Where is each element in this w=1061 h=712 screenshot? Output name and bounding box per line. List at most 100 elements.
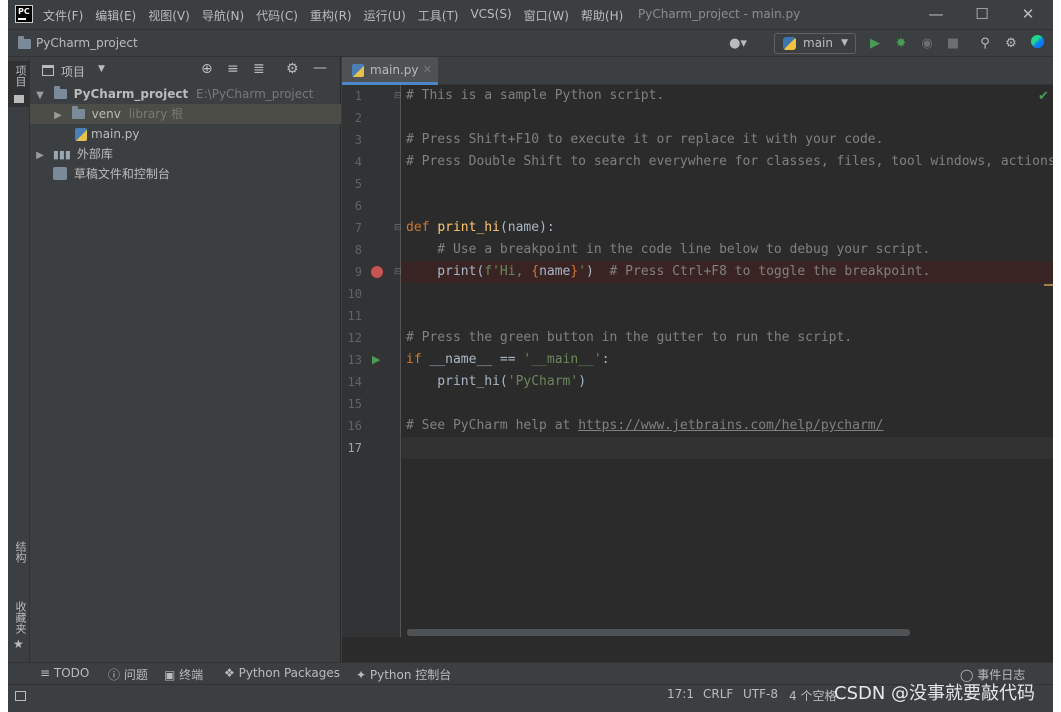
chevron-down-icon[interactable]: ▼ <box>98 64 105 74</box>
run-config-selector[interactable]: main ▼ <box>774 33 856 54</box>
horizontal-scrollbar[interactable] <box>407 629 910 636</box>
fold-icon[interactable]: ⊟ <box>394 267 402 277</box>
tree-item-project-root[interactable]: ▼ PyCharm_project E:\PyCharm_project <box>30 84 341 104</box>
tree-item-label: 草稿文件和控制台 <box>73 167 170 181</box>
hide-icon[interactable]: — <box>313 60 327 76</box>
tool-label: Python Packages <box>238 666 340 680</box>
fold-icon[interactable]: ⊟ <box>394 91 402 101</box>
line-number: 7 <box>354 221 362 235</box>
project-tab[interactable]: 项目 <box>8 61 30 107</box>
tool-python-console[interactable]: ✦ Python 控制台 <box>356 666 451 683</box>
gear-icon[interactable]: ⚙ <box>286 61 299 77</box>
breakpoint-icon[interactable] <box>371 266 383 278</box>
code-text: : <box>601 352 610 367</box>
gear-icon[interactable]: ⚙ <box>1002 35 1020 53</box>
tool-terminal[interactable]: ▣ 终端 <box>164 666 203 683</box>
status-caret-position[interactable]: 17:1 <box>667 687 694 701</box>
tab-label: main.py <box>370 63 419 77</box>
line-number: 16 <box>347 419 362 433</box>
toggle-panels-icon[interactable] <box>15 691 26 701</box>
code-comment: # Press Ctrl+F8 to toggle the breakpoint… <box>609 264 931 279</box>
menu-edit[interactable]: 编辑(E) <box>95 7 136 24</box>
window-icon <box>42 65 54 76</box>
window-title: PyCharm_project - main.py <box>638 7 801 21</box>
debug-icon[interactable]: ✸ <box>892 35 910 53</box>
python-icon <box>783 37 796 50</box>
line-number: 8 <box>354 243 362 257</box>
code-brace: { <box>531 264 540 279</box>
user-icon[interactable]: ●▾ <box>729 35 747 53</box>
menu-file[interactable]: 文件(F) <box>43 7 83 24</box>
menu-help[interactable]: 帮助(H) <box>581 7 623 24</box>
coverage-icon[interactable]: ◉ <box>918 35 936 53</box>
code-text: name <box>539 264 571 279</box>
menu-navigate[interactable]: 导航(N) <box>202 7 244 24</box>
menu-window[interactable]: 窗口(W) <box>524 7 569 24</box>
code-line-3: # Press Shift+F10 to execute it or repla… <box>406 132 884 147</box>
maximize-button[interactable]: ☐ <box>959 0 1005 29</box>
collapse-all-icon[interactable]: ≣ <box>253 61 265 77</box>
ide-window: PC 文件(F) 编辑(E) 视图(V) 导航(N) 代码(C) 重构(R) 运… <box>8 0 1053 712</box>
menu-run[interactable]: 运行(U) <box>364 7 406 24</box>
scratch-icon <box>53 167 67 180</box>
line-number: 1 <box>354 89 362 103</box>
tree-item-main-py[interactable]: main.py <box>30 124 341 144</box>
tree-item-path: E:\PyCharm_project <box>196 87 314 101</box>
code-text: ) <box>586 264 610 279</box>
tool-label: 问题 <box>123 668 148 682</box>
menu-code[interactable]: 代码(C) <box>256 7 298 24</box>
tool-todo[interactable]: ≡ TODO <box>40 666 89 680</box>
tool-python-packages[interactable]: ❖ Python Packages <box>224 666 340 680</box>
code-text: print( <box>406 264 485 279</box>
status-line-separator[interactable]: CRLF <box>703 687 733 701</box>
error-stripe-mark[interactable] <box>1044 284 1053 286</box>
project-panel-header: 项目 ▼ ⊕ ≡ ≣ ⚙ — <box>30 57 341 85</box>
run-gutter-icon[interactable]: ▶ <box>372 353 380 366</box>
library-icon: ▮▮▮ <box>52 148 71 161</box>
chevron-right-icon: ▶ <box>54 110 62 121</box>
close-button[interactable]: ✕ <box>1005 0 1051 29</box>
tree-item-scratches[interactable]: 草稿文件和控制台 <box>30 164 341 184</box>
code-string: 'PyCharm' <box>507 374 579 389</box>
project-panel: 项目 ▼ ⊕ ≡ ≣ ⚙ — ▼ PyCharm_project E:\PyCh… <box>30 57 341 662</box>
chevron-right-icon: ▶ <box>36 150 44 161</box>
structure-tab[interactable]: 结构 <box>8 537 30 585</box>
status-indent[interactable]: 4 个空格 <box>789 687 836 704</box>
menu-vcs[interactable]: VCS(S) <box>470 7 511 24</box>
menu-view[interactable]: 视图(V) <box>148 7 190 24</box>
code-keyword: if <box>406 352 430 367</box>
menu-tools[interactable]: 工具(T) <box>418 7 459 24</box>
tree-item-tag: library 根 <box>128 107 184 121</box>
tree-item-external-libraries[interactable]: ▶ ▮▮▮ 外部库 <box>30 144 341 164</box>
project-panel-title[interactable]: 项目 <box>61 63 85 80</box>
python-file-icon <box>352 64 364 77</box>
fold-icon[interactable]: ⊟ <box>394 223 402 233</box>
code-string: ' <box>578 264 587 279</box>
tree-item-label: venv <box>91 107 121 121</box>
jetbrains-logo-icon[interactable] <box>1028 35 1046 53</box>
info-icon: ⓘ <box>108 668 124 682</box>
menu-refactor[interactable]: 重构(R) <box>310 7 352 24</box>
line-number: 13 <box>347 353 362 367</box>
locate-icon[interactable]: ⊕ <box>201 61 213 77</box>
close-icon[interactable]: ✕ <box>423 57 432 83</box>
code-line-16: # See PyCharm help at https://www.jetbra… <box>406 415 883 437</box>
tree-item-venv[interactable]: ▶ venv library 根 <box>30 104 341 124</box>
breadcrumb-project[interactable]: PyCharm_project <box>36 36 138 50</box>
status-encoding[interactable]: UTF-8 <box>743 687 778 701</box>
tab-main-py[interactable]: main.py ✕ <box>342 57 438 85</box>
folder-icon <box>18 36 31 52</box>
favorites-tab[interactable]: 收藏夹 ★ <box>8 597 30 655</box>
expand-all-icon[interactable]: ≡ <box>227 61 239 77</box>
help-link[interactable]: https://www.jetbrains.com/help/pycharm/ <box>578 418 883 433</box>
minimize-button[interactable]: — <box>913 0 959 29</box>
code-view[interactable]: # This is a sample Python script. # Pres… <box>402 85 1053 637</box>
python-file-icon <box>75 128 87 141</box>
search-icon[interactable]: ⚲ <box>976 35 994 53</box>
run-icon[interactable]: ▶ <box>866 35 884 53</box>
line-number: 12 <box>347 331 362 345</box>
stop-icon[interactable]: ■ <box>944 35 962 53</box>
code-text: __name__ == <box>429 352 524 367</box>
tool-problems[interactable]: ⓘ 问题 <box>108 666 148 683</box>
line-number: 11 <box>347 309 362 323</box>
